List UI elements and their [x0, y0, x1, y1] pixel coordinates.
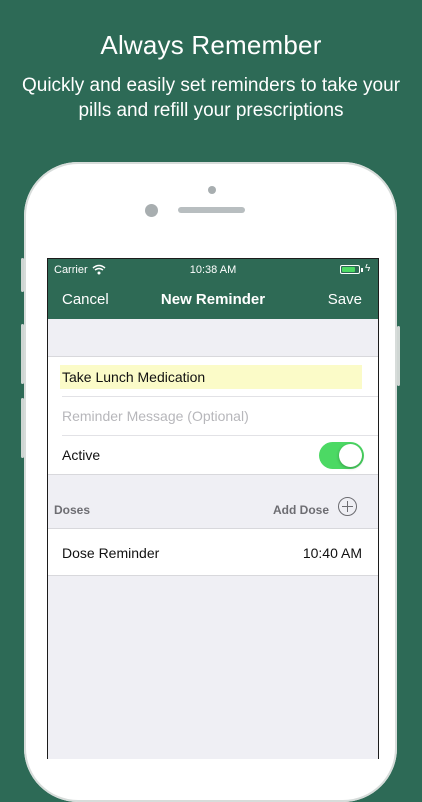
doses-header-label: Doses — [54, 503, 91, 517]
reminder-form: Take Lunch Medication Reminder Message (… — [48, 356, 378, 475]
add-dose-button[interactable]: Add Dose — [273, 503, 329, 517]
active-row: Active — [48, 435, 378, 474]
doses-section-header: Doses Add Dose — [48, 495, 378, 529]
phone-sensor — [208, 186, 216, 194]
battery-icon — [340, 265, 360, 274]
dose-name: Dose Reminder — [62, 545, 160, 561]
phone-camera — [145, 204, 158, 217]
toggle-knob — [339, 444, 362, 467]
save-button[interactable]: Save — [328, 291, 362, 308]
battery-tip — [361, 268, 363, 272]
reminder-message-row: Reminder Message (Optional) — [48, 396, 378, 435]
battery-fill — [342, 267, 355, 272]
phone-power-button — [397, 326, 400, 386]
promo-subline: Quickly and easily set reminders to take… — [21, 75, 401, 121]
status-time: 10:38 AM — [189, 264, 237, 276]
promo-headline: Always Remember — [100, 30, 322, 60]
reminder-message-input[interactable]: Reminder Message (Optional) — [62, 408, 249, 424]
phone-screen: Carrier 10:38 AM ϟ Cancel New Reminder S… — [47, 258, 379, 759]
active-toggle[interactable] — [319, 442, 364, 469]
active-label: Active — [62, 447, 101, 463]
charging-bolt-icon: ϟ — [365, 263, 371, 274]
list-item[interactable]: Dose Reminder 10:40 AM — [48, 529, 378, 575]
doses-list: Dose Reminder 10:40 AM — [48, 528, 378, 576]
dose-time: 10:40 AM — [302, 545, 362, 561]
nav-bar: Cancel New Reminder Save — [48, 281, 378, 319]
reminder-name-input[interactable]: Take Lunch Medication — [60, 365, 362, 389]
phone-speaker — [178, 207, 245, 213]
status-bar: Carrier 10:38 AM ϟ — [48, 259, 378, 281]
plus-circle-icon[interactable] — [338, 497, 357, 516]
reminder-name-row: Take Lunch Medication — [48, 357, 378, 396]
